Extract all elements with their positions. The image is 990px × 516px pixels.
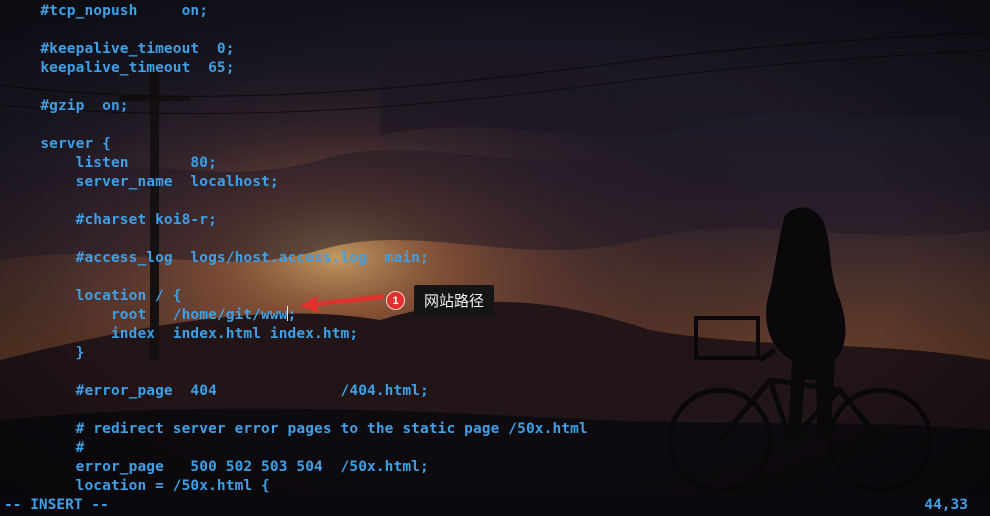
- cursor-position: 44,33: [924, 497, 968, 513]
- code-line: #: [5, 440, 85, 456]
- code-line: # redirect server error pages to the sta…: [5, 421, 588, 437]
- code-line: #charset koi8-r;: [5, 212, 217, 228]
- code-line: keepalive_timeout 65;: [5, 60, 235, 76]
- red-arrow-icon: [300, 294, 384, 313]
- code-line: listen 80;: [5, 155, 217, 171]
- annotation-label: 网站路径: [414, 285, 495, 317]
- code-line: #access_log logs/host.access.log main;: [5, 250, 429, 266]
- code-line: index index.html index.htm;: [5, 326, 359, 342]
- code-line: server_name localhost;: [5, 174, 279, 190]
- vim-editor-buffer[interactable]: #tcp_nopush on; #keepalive_timeout 0; ke…: [0, 0, 990, 494]
- code-line: location / {: [5, 288, 182, 304]
- vim-status-line: -- INSERT -- 44,33: [0, 494, 990, 516]
- code-line: root /home/git/www;: [5, 306, 297, 323]
- code-line: server {: [5, 136, 111, 152]
- insert-mode-indicator: -- INSERT --: [4, 497, 109, 513]
- annotation-badge: 1: [386, 291, 405, 310]
- code-line: #keepalive_timeout 0;: [5, 41, 235, 57]
- code-line: error_page 500 502 503 504 /50x.html;: [5, 459, 429, 475]
- code-line: }: [5, 345, 85, 361]
- code-line: location = /50x.html {: [5, 478, 270, 494]
- code-line: #gzip on;: [5, 98, 129, 114]
- code-line: #error_page 404 /404.html;: [5, 383, 429, 399]
- code-line: #tcp_nopush on;: [5, 3, 209, 19]
